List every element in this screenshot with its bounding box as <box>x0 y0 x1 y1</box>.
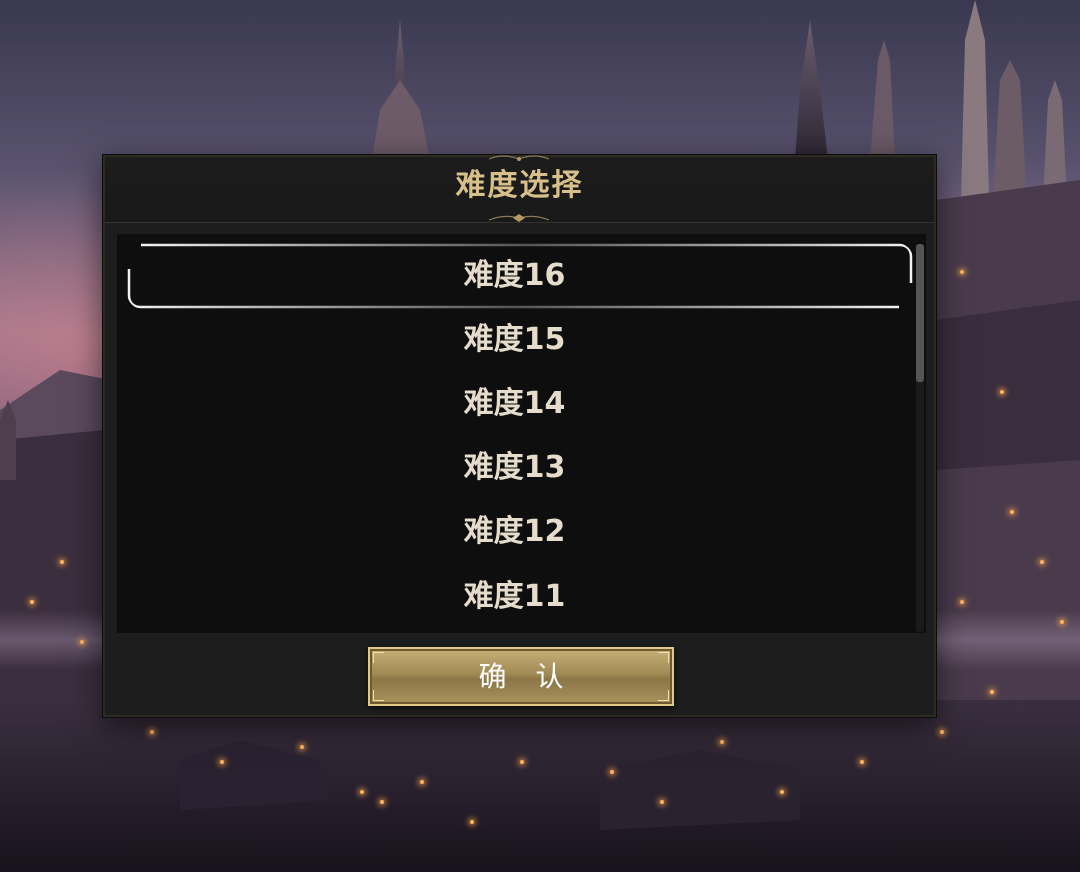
button-corner-ornament-icon <box>373 652 384 663</box>
confirm-button-label: 确 认 <box>478 660 574 693</box>
difficulty-item-11[interactable]: 难度11 <box>117 565 912 629</box>
difficulty-item-14[interactable]: 难度14 <box>117 372 912 436</box>
difficulty-list[interactable]: 难度16 难度15 难度14 难度13 难度12 难度11 <box>117 234 926 633</box>
button-corner-ornament-icon <box>658 690 669 701</box>
scrollbar-thumb[interactable] <box>916 244 924 382</box>
button-corner-ornament-icon <box>373 690 384 701</box>
difficulty-item-16[interactable]: 难度16 <box>117 244 912 308</box>
difficulty-item-12[interactable]: 难度12 <box>117 500 912 564</box>
list-scrollbar[interactable] <box>916 244 924 632</box>
dialog-title: 难度选择 <box>455 168 584 203</box>
difficulty-item-15[interactable]: 难度15 <box>117 308 912 372</box>
dialog-header: 难度选择 <box>105 155 934 223</box>
difficulty-select-dialog: 难度选择 难度16 难度15 难度14 难度13 难度12 难度11 确 认 <box>103 155 936 717</box>
game-scene: 难度选择 难度16 难度15 难度14 难度13 难度12 难度11 确 认 <box>0 0 1080 872</box>
confirm-button[interactable]: 确 认 <box>368 647 674 706</box>
difficulty-item-13[interactable]: 难度13 <box>117 436 912 500</box>
button-corner-ornament-icon <box>658 652 669 663</box>
title-underline-ornament-icon <box>489 214 549 222</box>
